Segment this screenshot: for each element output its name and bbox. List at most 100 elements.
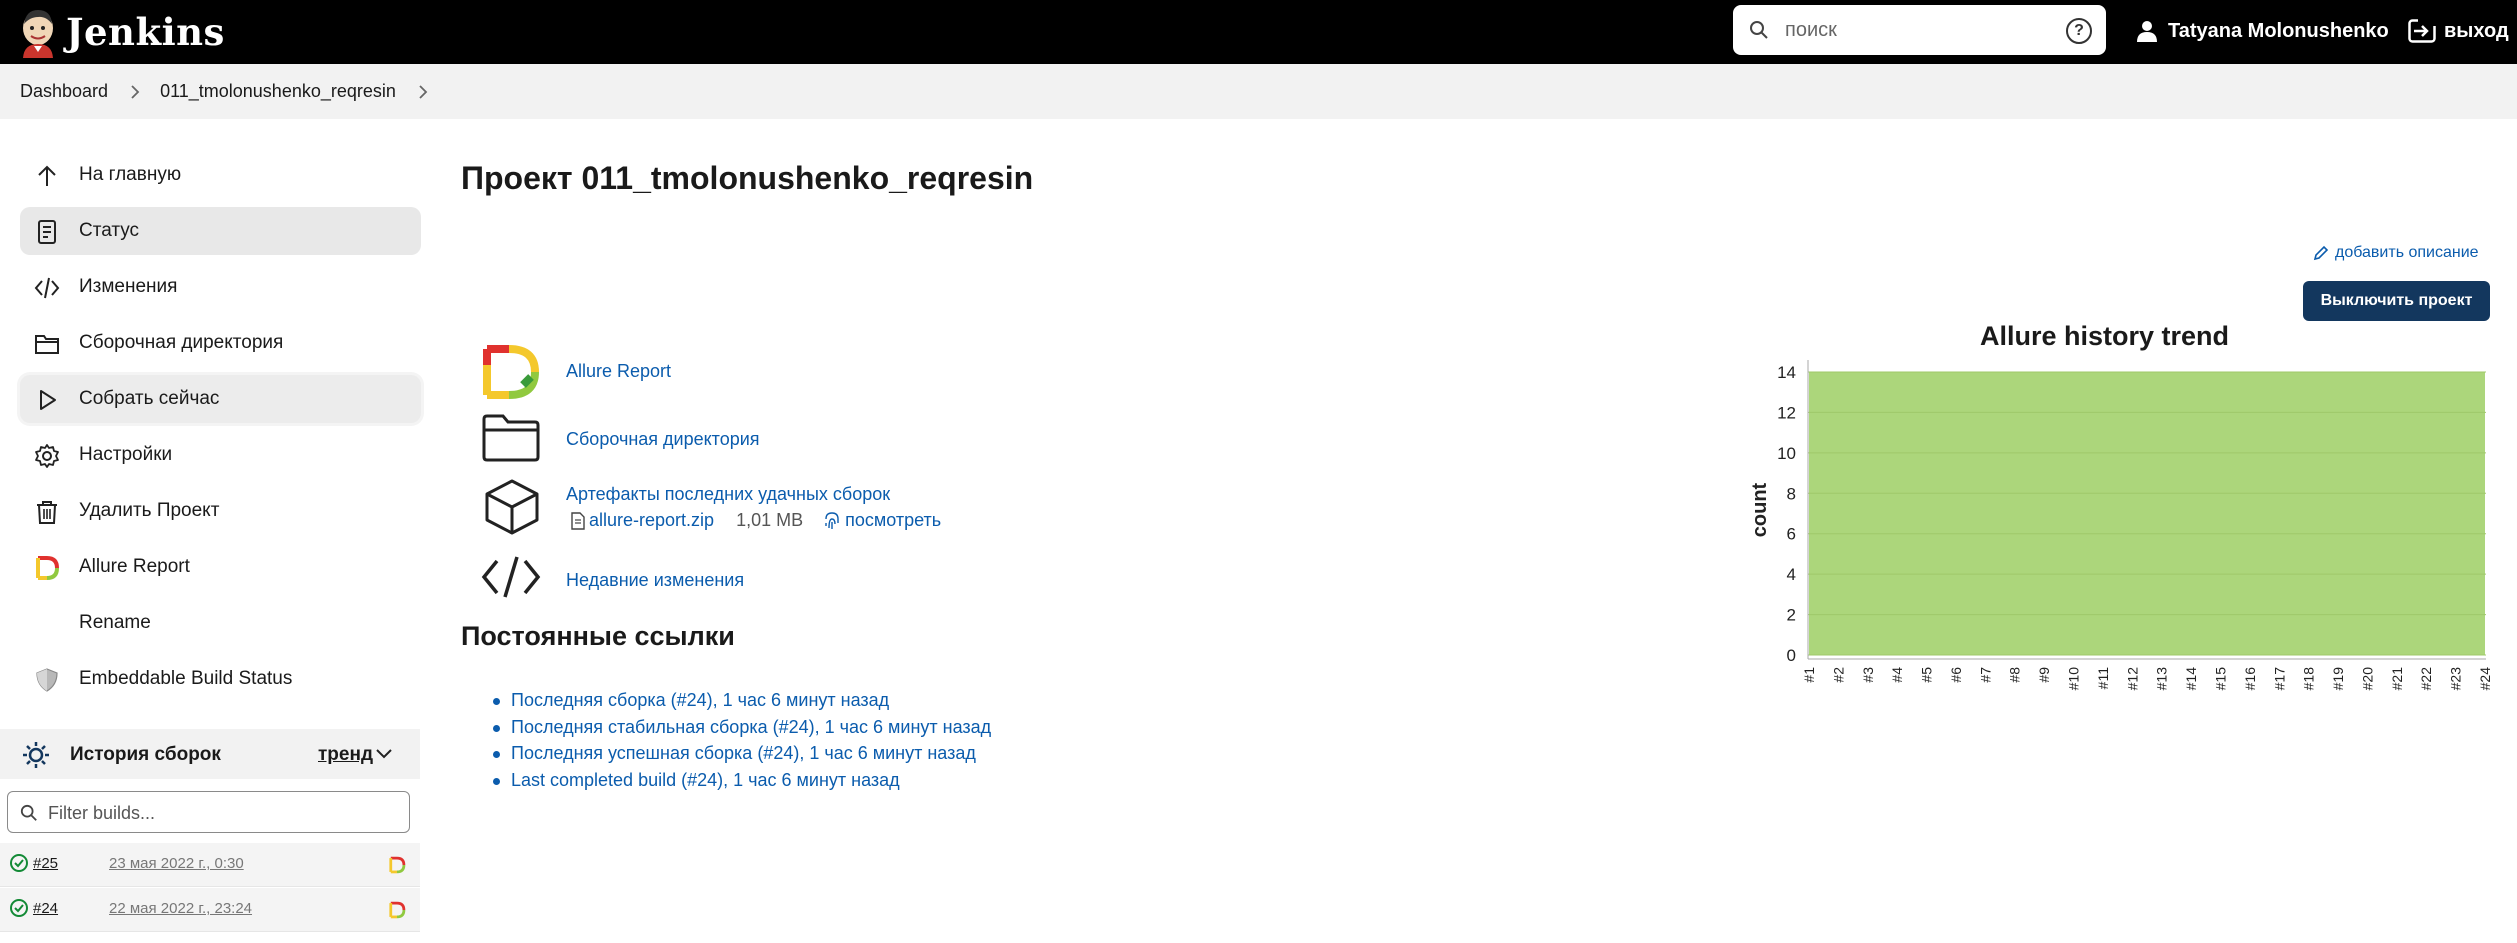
top-header: Jenkins ? Tatyana Molonushenko выход [0, 0, 2517, 64]
chart-x-tick-label: #16 [2242, 667, 2258, 691]
permalink-last-build[interactable]: Последняя сборка (#24), 1 час 6 минут на… [493, 690, 991, 717]
help-icon[interactable]: ? [2066, 18, 2092, 44]
sidebar-item-embeddable-status[interactable]: Embeddable Build Status [20, 655, 421, 703]
recent-changes-link[interactable]: Недавние изменения [566, 570, 744, 591]
search-icon [1750, 21, 1768, 39]
sidebar-item-label: Статус [79, 220, 140, 241]
chart-x-tick-label: #10 [2066, 667, 2082, 691]
chart-x-tick-label: #11 [2095, 667, 2111, 690]
workspace-link[interactable]: Сборочная директория [566, 429, 760, 450]
chevron-right-icon[interactable] [418, 84, 428, 99]
chart-x-tick-label: #4 [1889, 667, 1905, 683]
search-input[interactable] [1785, 15, 2035, 45]
sidebar-item-home[interactable]: На главную [20, 151, 421, 199]
build-number-link[interactable]: #24 [33, 900, 58, 917]
shield-icon [36, 668, 58, 692]
permalinks-title: Постоянные ссылки [461, 621, 735, 651]
build-history-icon [23, 742, 49, 768]
chart-x-tick-label: #24 [2477, 667, 2493, 691]
code-icon [34, 277, 60, 299]
sidebar-item-workspace[interactable]: Сборочная директория [20, 319, 421, 367]
jenkins-logo[interactable]: Jenkins [18, 6, 225, 58]
build-row: #24 22 мая 2022 г., 23:24 [0, 888, 420, 932]
chart-x-tick-label: #13 [2154, 667, 2170, 691]
chart-x-tick-label: #6 [1948, 667, 1964, 683]
code-icon [481, 556, 541, 598]
sidebar-item-changes[interactable]: Изменения [20, 263, 421, 311]
sidebar-item-status[interactable]: Статус [20, 207, 421, 255]
filter-builds-box[interactable] [7, 791, 410, 833]
app-name: Jenkins [66, 10, 225, 54]
build-date-link[interactable]: 23 мая 2022 г., 0:30 [109, 855, 244, 872]
chart-y-tick-label: 14 [1777, 363, 1796, 382]
artifact-row: allure-report.zip 1,01 MB посмотреть [571, 510, 941, 531]
add-description-link[interactable]: добавить описание [2313, 244, 2479, 262]
allure-report-icon [483, 345, 539, 399]
page-title: Проект 011_tmolonushenko_reqresin [461, 160, 1034, 196]
search-box[interactable]: ? [1733, 5, 2106, 55]
sidebar-item-label: На главную [79, 164, 182, 185]
chart-x-tick-label: #5 [1919, 667, 1935, 683]
build-history-title: История сборок [70, 744, 221, 765]
logout-link[interactable]: выход [2408, 16, 2509, 46]
sidebar-item-label: Embeddable Build Status [79, 668, 293, 689]
chart-area-series [1809, 372, 2485, 655]
jenkins-butler-icon [23, 10, 53, 58]
breadcrumb-project[interactable]: 011_tmolonushenko_reqresin [160, 75, 396, 108]
success-icon [10, 899, 28, 917]
chart-x-tick-label: #19 [2330, 667, 2346, 691]
artifact-size: 1,01 MB [736, 510, 804, 530]
file-icon [571, 511, 585, 530]
trend-link[interactable]: тренд [318, 744, 373, 766]
chart-x-tick-label: #21 [2389, 667, 2405, 691]
sidebar-item-rename[interactable]: Rename [20, 599, 421, 647]
build-date-link[interactable]: 22 мая 2022 г., 23:24 [109, 900, 252, 917]
breadcrumb-dashboard[interactable]: Dashboard [20, 75, 108, 108]
trash-icon [37, 501, 57, 524]
chart-x-tick-label: #3 [1860, 667, 1876, 683]
chart-y-tick-label: 4 [1787, 565, 1796, 584]
allure-report-link[interactable]: Allure Report [566, 361, 671, 382]
chart-y-tick-label: 0 [1787, 646, 1796, 665]
sidebar-item-label: Удалить Проект [79, 500, 220, 521]
sidebar-item-delete[interactable]: Удалить Проект [20, 487, 421, 535]
play-icon [40, 390, 56, 410]
chart-x-tick-label: #15 [2212, 667, 2228, 691]
allure-icon[interactable] [388, 856, 406, 874]
allure-trend-chart[interactable]: 0 2 4 6 8 10 12 14 #1 #2 #3 #4 #5 #6 #7 #8 #9 #10 #11 #12 #1… [1740, 350, 2500, 710]
sidebar-item-settings[interactable]: Настройки [20, 431, 421, 479]
chart-x-tick-label: #2 [1830, 667, 1846, 683]
allure-icon[interactable] [388, 901, 406, 919]
chart-x-tick-label: #9 [2036, 667, 2052, 683]
sidebar-item-label: Rename [79, 612, 151, 633]
pencil-icon [2313, 245, 2329, 261]
gear-icon [35, 444, 59, 468]
folder-icon [482, 414, 540, 462]
chart-x-tick-label: #17 [2271, 667, 2287, 691]
sidebar-item-label: Сборочная директория [79, 332, 284, 353]
permalink-last-completed-build[interactable]: Last completed build (#24), 1 час 6 мину… [493, 770, 991, 797]
artifact-file-link[interactable]: allure-report.zip [589, 510, 714, 531]
build-history-header: История сборок тренд [0, 729, 420, 779]
sidebar-item-build-now[interactable]: Собрать сейчас [20, 375, 421, 423]
chart-x-tick-label: #23 [2448, 667, 2464, 691]
package-icon [485, 479, 539, 535]
fingerprint-icon[interactable] [823, 511, 841, 531]
breadcrumb: Dashboard 011_tmolonushenko_reqresin [0, 64, 2517, 119]
filter-builds-input[interactable] [48, 800, 388, 826]
chart-y-tick-label: 6 [1787, 525, 1796, 544]
permalink-last-successful-build[interactable]: Последняя успешная сборка (#24), 1 час 6… [493, 743, 991, 770]
disable-project-button[interactable]: Выключить проект [2303, 281, 2490, 321]
chart-y-tick-label: 8 [1787, 484, 1796, 503]
chart-y-axis-label: count [1749, 482, 1771, 537]
artifacts-link[interactable]: Артефакты последних удачных сборок [566, 484, 890, 505]
sidebar-item-allure[interactable]: Allure Report [20, 543, 421, 591]
build-number-link[interactable]: #25 [33, 855, 58, 872]
permalink-last-stable-build[interactable]: Последняя стабильная сборка (#24), 1 час… [493, 717, 991, 744]
chart-x-tick-label: #22 [2418, 667, 2434, 691]
artifact-view-link[interactable]: посмотреть [845, 510, 941, 531]
add-description-label: добавить описание [2335, 244, 2479, 261]
user-menu[interactable]: Tatyana Molonushenko [2136, 16, 2389, 46]
chevron-down-icon[interactable] [376, 749, 392, 759]
logout-icon [2408, 19, 2436, 43]
